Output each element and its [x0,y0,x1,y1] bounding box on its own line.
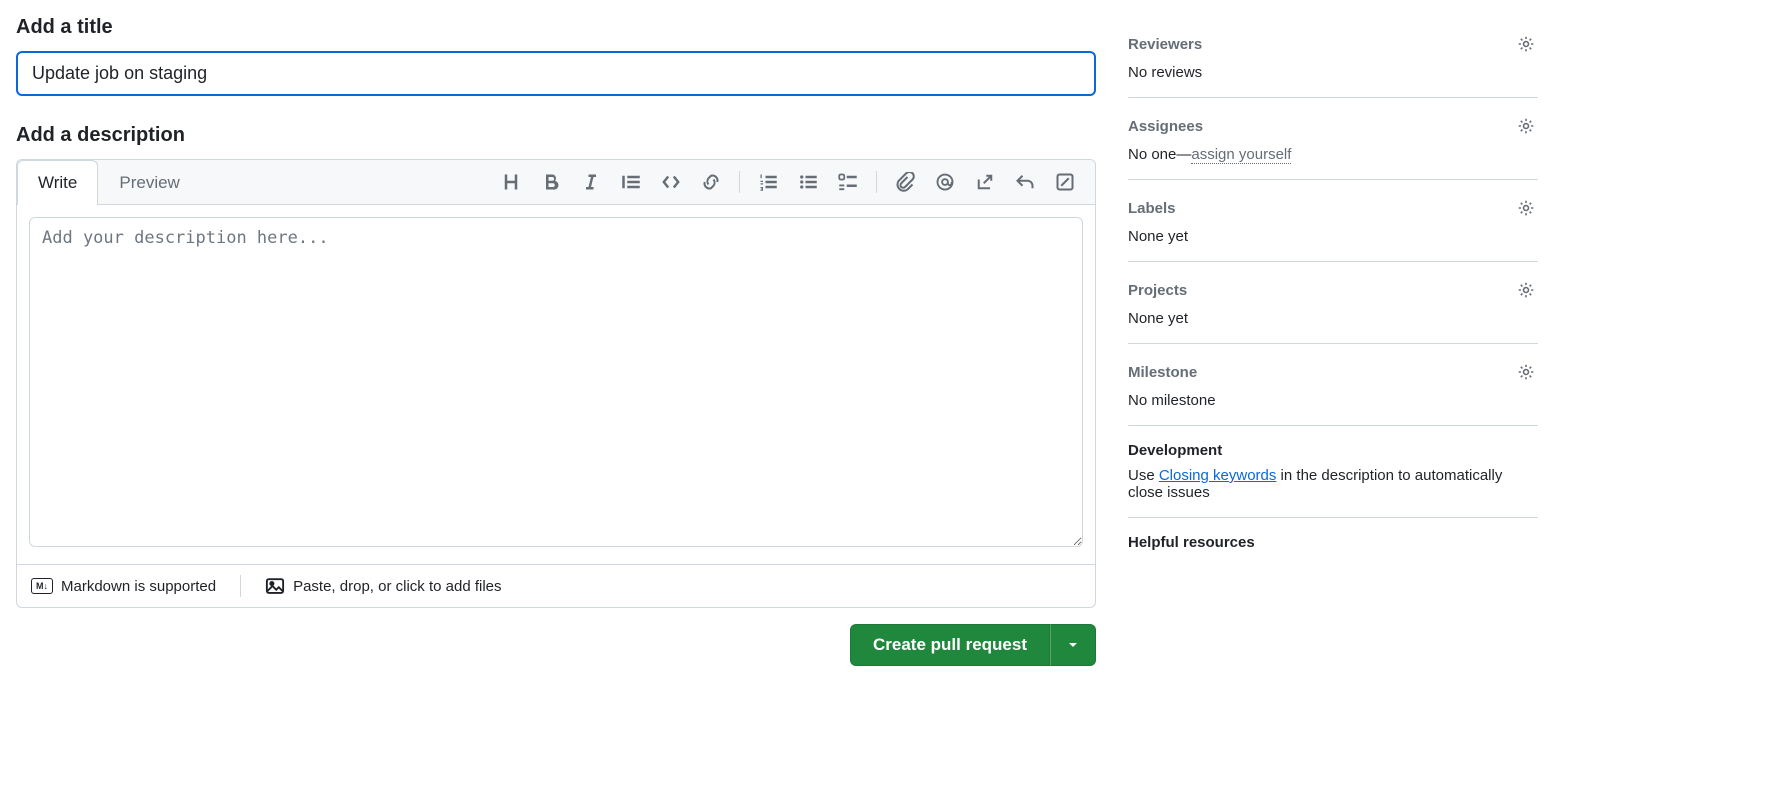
bold-icon[interactable] [533,164,569,200]
assignees-gear-icon[interactable] [1514,114,1538,138]
mention-icon[interactable] [927,164,963,200]
link-icon[interactable] [693,164,729,200]
assign-yourself-link[interactable]: assign yourself [1191,146,1291,164]
description-label: Add a description [16,124,1096,147]
markdown-supported-text: Markdown is supported [61,578,216,595]
description-editor: Write Preview [16,159,1096,608]
labels-body: None yet [1128,228,1538,245]
footer-separator [240,575,241,597]
labels-title: Labels [1128,200,1176,217]
attach-files-text: Paste, drop, or click to add files [293,578,501,595]
toolbar-separator [739,171,740,193]
helpful-resources-title: Helpful resources [1128,534,1255,551]
description-textarea[interactable] [29,217,1083,547]
milestone-body: No milestone [1128,392,1538,409]
tab-preview[interactable]: Preview [98,160,200,205]
development-title: Development [1128,442,1222,459]
task-list-icon[interactable] [830,164,866,200]
reviewers-body: No reviews [1128,64,1538,81]
milestone-title: Milestone [1128,364,1197,381]
title-input[interactable] [16,51,1096,96]
ordered-list-icon[interactable] [750,164,786,200]
attach-icon[interactable] [887,164,923,200]
code-icon[interactable] [653,164,689,200]
heading-icon[interactable] [493,164,529,200]
reviewers-gear-icon[interactable] [1514,32,1538,56]
fullscreen-icon[interactable] [1047,164,1083,200]
reply-icon[interactable] [1007,164,1043,200]
markdown-supported-link[interactable]: M↓ Markdown is supported [31,578,216,595]
assignees-body-prefix: No one— [1128,146,1191,163]
projects-title: Projects [1128,282,1187,299]
markdown-icon: M↓ [31,578,53,594]
labels-gear-icon[interactable] [1514,196,1538,220]
milestone-gear-icon[interactable] [1514,360,1538,384]
development-prefix: Use [1128,467,1159,484]
reviewers-title: Reviewers [1128,36,1202,53]
attach-files-button[interactable]: Paste, drop, or click to add files [265,576,501,596]
projects-gear-icon[interactable] [1514,278,1538,302]
closing-keywords-link[interactable]: Closing keywords [1159,467,1277,484]
image-icon [265,576,285,596]
assignees-title: Assignees [1128,118,1203,135]
toolbar-separator [876,171,877,193]
create-pull-request-button[interactable]: Create pull request [850,624,1050,666]
quote-icon[interactable] [613,164,649,200]
caret-down-icon [1067,639,1079,651]
cross-reference-icon[interactable] [967,164,1003,200]
unordered-list-icon[interactable] [790,164,826,200]
projects-body: None yet [1128,310,1538,327]
tab-write[interactable]: Write [17,160,98,205]
title-label: Add a title [16,16,1096,39]
create-pull-request-dropdown[interactable] [1050,624,1096,666]
italic-icon[interactable] [573,164,609,200]
